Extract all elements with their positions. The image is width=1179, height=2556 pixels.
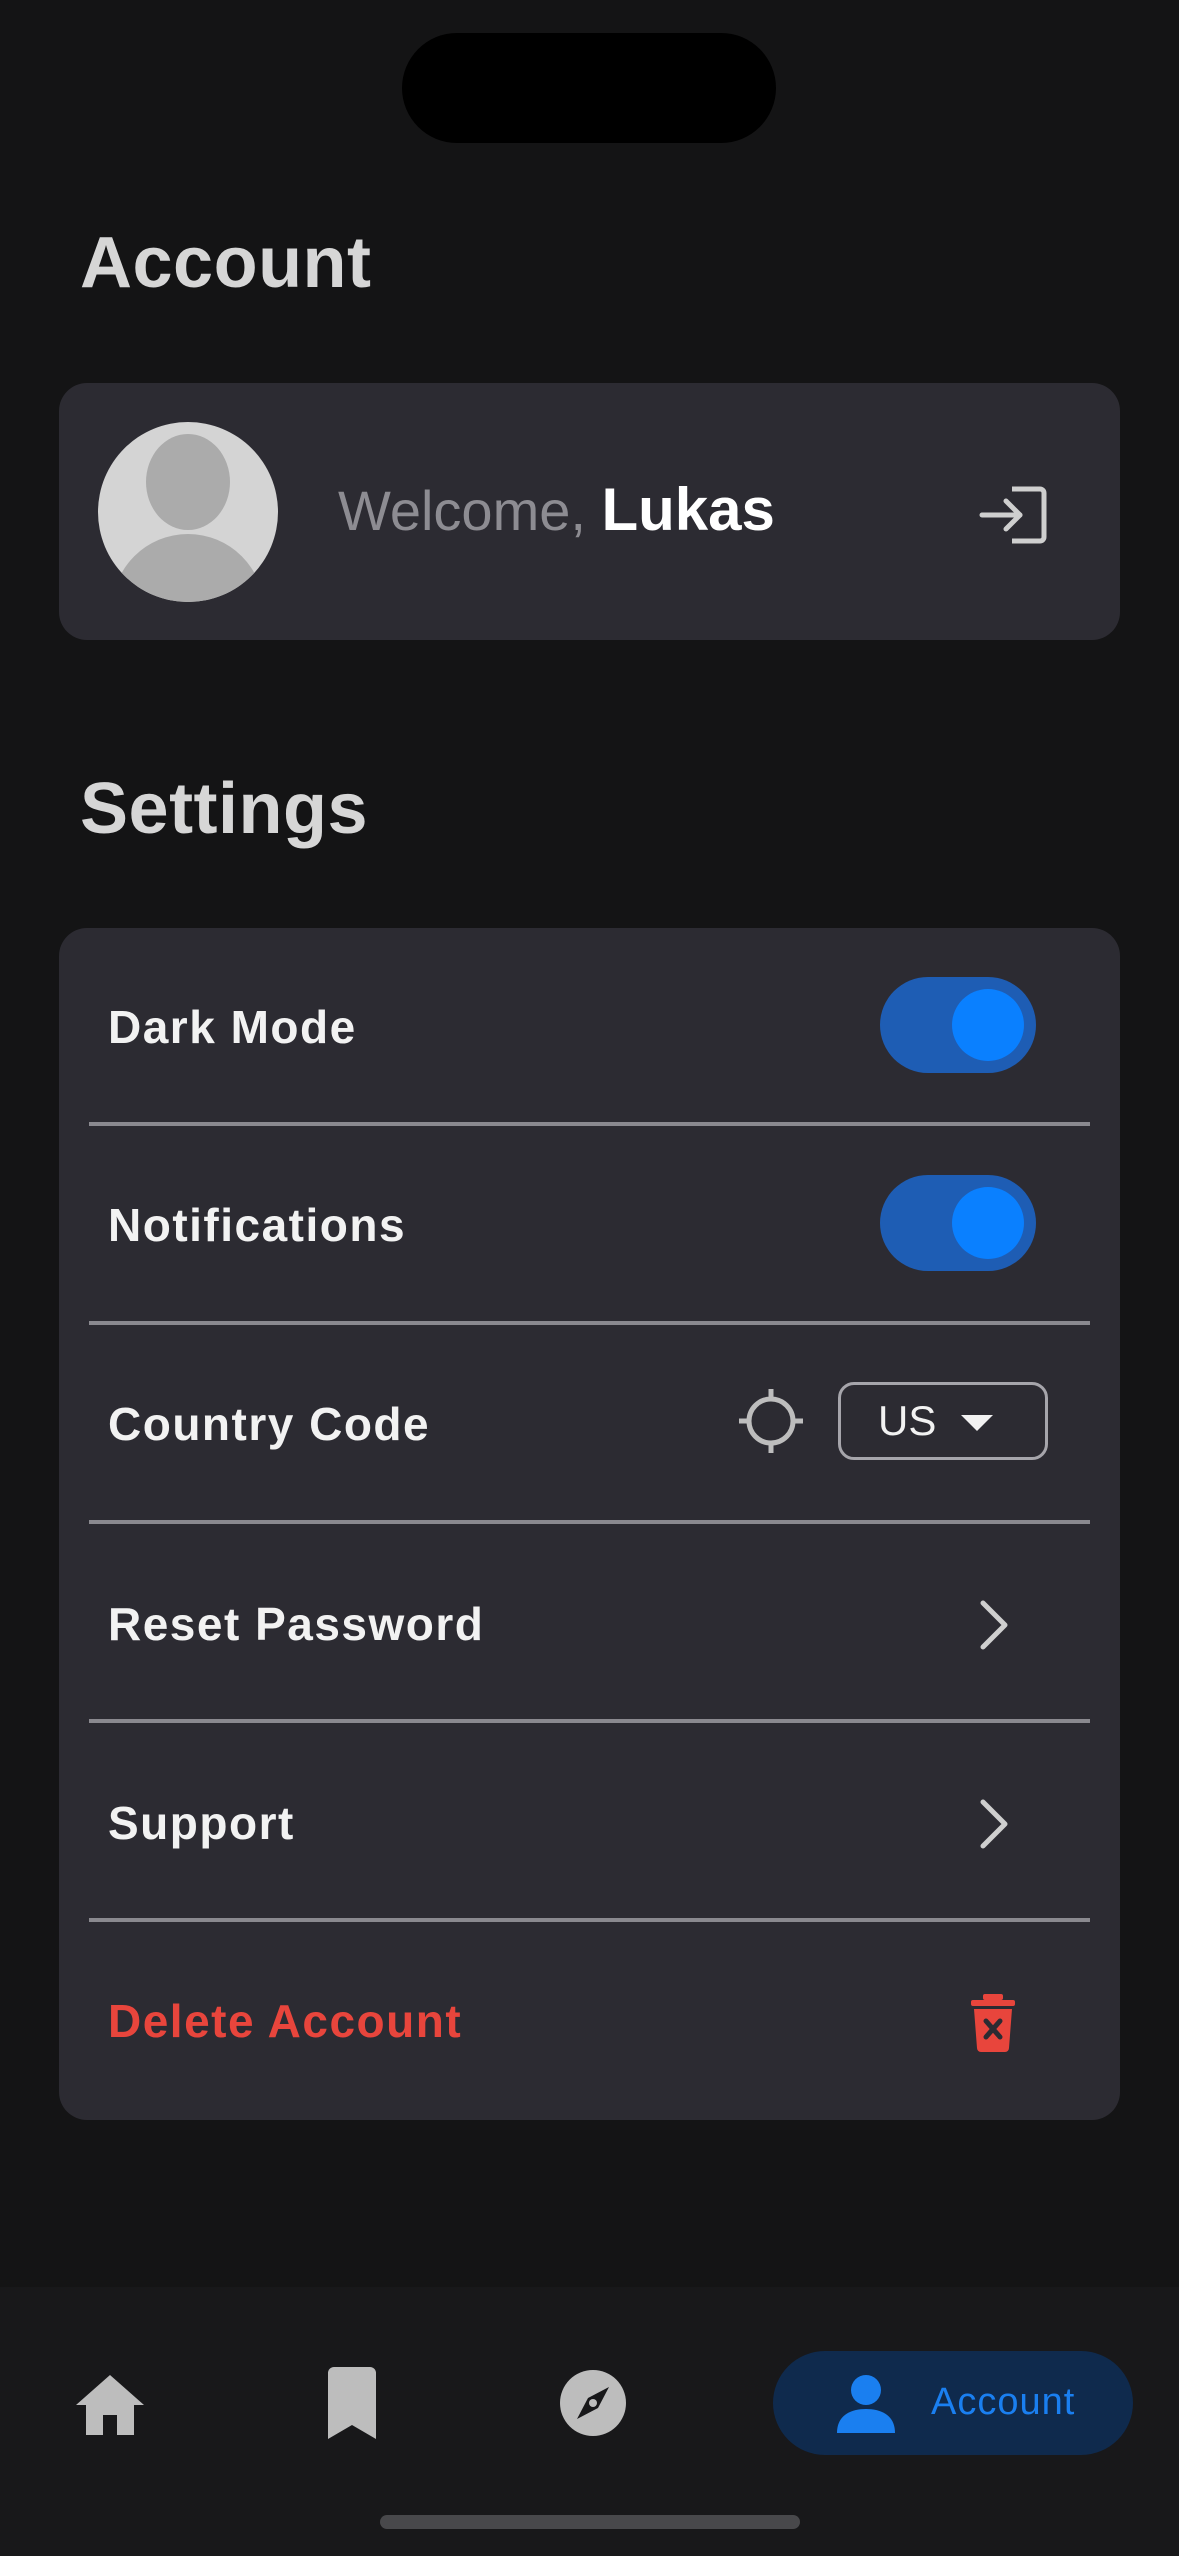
reset-password-label: Reset Password bbox=[108, 1598, 485, 1650]
country-code-label: Country Code bbox=[108, 1398, 431, 1450]
divider bbox=[89, 1719, 1090, 1723]
support-label: Support bbox=[108, 1797, 295, 1849]
country-code-value: US bbox=[878, 1397, 937, 1444]
welcome-text: Welcome, Lukas bbox=[338, 475, 775, 544]
notifications-toggle[interactable] bbox=[880, 1175, 1036, 1271]
setting-row-notifications: Notifications bbox=[59, 1126, 1120, 1324]
nav-account-label: Account bbox=[931, 2381, 1076, 2423]
settings-card: Dark Mode Notifications Country Code US … bbox=[59, 928, 1120, 2120]
account-screen: Account Welcome, Lukas Settings Dark Mod… bbox=[0, 0, 1179, 2556]
delete-account-label: Delete Account bbox=[108, 1995, 463, 2047]
page-title: Account bbox=[80, 223, 372, 303]
notifications-label: Notifications bbox=[108, 1199, 407, 1251]
avatar[interactable] bbox=[98, 422, 278, 602]
bookmark-icon bbox=[328, 2367, 376, 2439]
trash-icon bbox=[971, 1994, 1015, 2052]
setting-row-country-code: Country Code US bbox=[59, 1325, 1120, 1523]
home-indicator bbox=[380, 2515, 800, 2529]
person-icon bbox=[837, 2375, 895, 2433]
setting-row-delete-account[interactable]: Delete Account bbox=[59, 1922, 1120, 2120]
nav-home[interactable] bbox=[70, 2351, 150, 2455]
compass-icon bbox=[560, 2370, 626, 2436]
chevron-right-icon bbox=[980, 1600, 1008, 1650]
avatar-head bbox=[146, 434, 230, 530]
dynamic-island bbox=[402, 33, 776, 143]
locate-icon[interactable] bbox=[737, 1387, 805, 1455]
account-card: Welcome, Lukas bbox=[59, 383, 1120, 640]
divider bbox=[89, 1520, 1090, 1524]
toggle-knob bbox=[952, 989, 1024, 1061]
chevron-right-icon bbox=[980, 1799, 1008, 1849]
country-code-select[interactable]: US bbox=[838, 1382, 1048, 1460]
setting-row-reset-password[interactable]: Reset Password bbox=[59, 1525, 1120, 1723]
setting-row-support[interactable]: Support bbox=[59, 1724, 1120, 1922]
setting-row-dark-mode: Dark Mode bbox=[59, 928, 1120, 1126]
dark-mode-toggle[interactable] bbox=[880, 977, 1036, 1073]
dark-mode-label: Dark Mode bbox=[108, 1001, 357, 1053]
login-icon bbox=[979, 486, 1047, 544]
welcome-prefix: Welcome, bbox=[338, 479, 586, 542]
caret-down-icon bbox=[961, 1415, 993, 1431]
avatar-body bbox=[112, 534, 264, 602]
home-icon bbox=[76, 2375, 144, 2435]
toggle-knob bbox=[952, 1187, 1024, 1259]
settings-title: Settings bbox=[80, 769, 369, 849]
nav-account[interactable]: Account bbox=[773, 2351, 1133, 2455]
login-button[interactable] bbox=[974, 475, 1054, 555]
nav-explore[interactable] bbox=[553, 2351, 633, 2455]
nav-bookmarks[interactable] bbox=[312, 2351, 392, 2455]
user-name: Lukas bbox=[601, 476, 775, 543]
